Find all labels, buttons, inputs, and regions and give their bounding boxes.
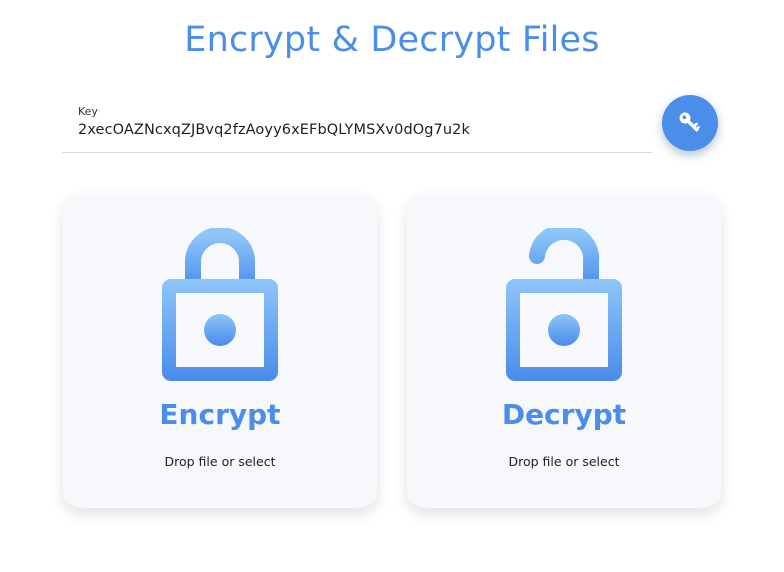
page-title: Encrypt & Decrypt Files	[184, 20, 600, 60]
decrypt-subtitle: Drop file or select	[508, 454, 620, 469]
key-label: Key	[78, 105, 98, 118]
decrypt-dropzone[interactable]: Decrypt Drop file or select	[407, 194, 721, 508]
lock-closed-icon	[162, 228, 278, 381]
decrypt-title: Decrypt	[501, 398, 627, 431]
lock-open-icon	[506, 228, 622, 381]
encrypt-title: Encrypt	[159, 398, 281, 431]
key-field[interactable]: Key	[62, 100, 652, 153]
key-input[interactable]	[78, 122, 638, 138]
generate-key-button[interactable]	[662, 95, 718, 151]
encrypt-dropzone[interactable]: Encrypt Drop file or select	[63, 194, 377, 508]
key-icon	[679, 112, 701, 132]
encrypt-subtitle: Drop file or select	[164, 454, 276, 469]
